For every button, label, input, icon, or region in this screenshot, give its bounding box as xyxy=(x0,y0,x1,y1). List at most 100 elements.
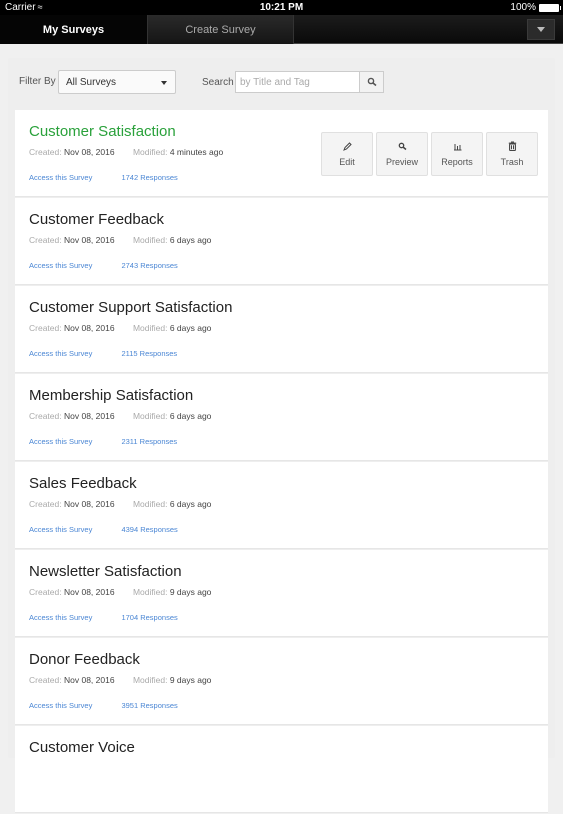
nav-bar: My Surveys Create Survey xyxy=(0,15,563,44)
survey-links: Access this Survey 4394 Responses xyxy=(29,525,178,534)
action-label: Edit xyxy=(339,156,355,167)
created-date: Nov 08, 2016 xyxy=(63,587,115,597)
created-date: Nov 08, 2016 xyxy=(63,411,115,421)
access-survey-link[interactable]: Access this Survey xyxy=(29,613,92,622)
status-bar: Carrier ≈ 10:21 PM 100% xyxy=(0,0,563,15)
access-survey-link[interactable]: Access this Survey xyxy=(29,701,92,710)
trash-button[interactable]: Trash xyxy=(486,132,538,176)
created-date: Nov 08, 2016 xyxy=(63,235,115,245)
trash-icon xyxy=(508,141,517,151)
action-label: Preview xyxy=(385,156,418,167)
menu-button[interactable] xyxy=(527,19,555,40)
search-button[interactable] xyxy=(359,71,384,93)
survey-title[interactable]: Newsletter Satisfaction xyxy=(29,563,182,580)
responses-link[interactable]: 4394 Responses xyxy=(121,525,177,534)
filter-label: Filter By xyxy=(19,76,56,87)
modified-value: 9 days ago xyxy=(169,587,212,597)
survey-title[interactable]: Customer Satisfaction xyxy=(29,123,176,140)
battery-icon xyxy=(539,3,561,12)
access-survey-link[interactable]: Access this Survey xyxy=(29,349,92,358)
modified-label: Modified: xyxy=(132,235,168,245)
survey-title[interactable]: Customer Feedback xyxy=(29,211,164,228)
reports-button[interactable]: Reports xyxy=(431,132,483,176)
filter-select[interactable]: All Surveys xyxy=(58,70,176,94)
access-survey-link[interactable]: Access this Survey xyxy=(29,261,92,270)
responses-link[interactable]: 2743 Responses xyxy=(121,261,177,270)
modified-value: 9 days ago xyxy=(169,675,212,685)
modified-value: 6 days ago xyxy=(169,323,212,333)
created-label: Created: xyxy=(29,147,62,157)
survey-links xyxy=(29,789,56,798)
survey-card[interactable]: Customer Satisfaction Created: Nov 08, 2… xyxy=(15,110,548,197)
created-label: Created: xyxy=(29,675,62,685)
survey-card[interactable]: Membership Satisfaction Created: Nov 08,… xyxy=(15,374,548,461)
survey-card[interactable]: Donor Feedback Created: Nov 08, 2016 Mod… xyxy=(15,638,548,725)
battery-indicator: 100% xyxy=(510,2,561,13)
survey-meta: Created: Nov 08, 2016 Modified: 9 days a… xyxy=(29,587,211,597)
modified-label: Modified: xyxy=(132,675,168,685)
created-date: Nov 08, 2016 xyxy=(63,323,115,333)
action-label: Reports xyxy=(441,156,473,167)
survey-card[interactable]: Customer Voice xyxy=(15,726,548,813)
survey-meta: Created: Nov 08, 2016 Modified: 6 days a… xyxy=(29,499,211,509)
bar-chart-icon xyxy=(453,142,462,151)
survey-links: Access this Survey 2311 Responses xyxy=(29,437,177,446)
survey-links: Access this Survey 2743 Responses xyxy=(29,261,178,270)
created-label: Created: xyxy=(29,235,62,245)
survey-meta: Created: Nov 08, 2016 Modified: 6 days a… xyxy=(29,323,211,333)
modified-value: 4 minutes ago xyxy=(169,147,224,157)
created-label: Created: xyxy=(29,587,62,597)
survey-card[interactable]: Customer Support Satisfaction Created: N… xyxy=(15,286,548,373)
survey-meta xyxy=(29,763,45,773)
survey-title[interactable]: Customer Voice xyxy=(29,739,135,756)
surveys-panel: Filter By All Surveys Search Customer Sa… xyxy=(8,58,555,813)
modified-label: Modified: xyxy=(132,499,168,509)
filter-selected-value: All Surveys xyxy=(66,76,117,88)
survey-links: Access this Survey 3951 Responses xyxy=(29,701,178,710)
survey-title[interactable]: Membership Satisfaction xyxy=(29,387,193,404)
survey-card[interactable]: Newsletter Satisfaction Created: Nov 08,… xyxy=(15,550,548,637)
responses-link[interactable]: 1704 Responses xyxy=(121,613,177,622)
responses-link[interactable]: 2115 Responses xyxy=(121,349,177,358)
responses-link[interactable]: 1742 Responses xyxy=(121,173,177,182)
survey-card[interactable]: Sales Feedback Created: Nov 08, 2016 Mod… xyxy=(15,462,548,549)
edit-button[interactable]: Edit xyxy=(321,132,373,176)
tab-my-surveys[interactable]: My Surveys xyxy=(0,15,147,44)
modified-label: Modified: xyxy=(132,411,168,421)
access-survey-link[interactable]: Access this Survey xyxy=(29,173,92,182)
survey-links: Access this Survey 2115 Responses xyxy=(29,349,177,358)
created-date: Nov 08, 2016 xyxy=(63,147,115,157)
survey-meta: Created: Nov 08, 2016 Modified: 6 days a… xyxy=(29,411,211,421)
modified-label: Modified: xyxy=(132,147,168,157)
modified-value: 6 days ago xyxy=(169,499,212,509)
filter-bar: Filter By All Surveys Search xyxy=(8,70,555,94)
magnifier-icon xyxy=(398,142,407,151)
survey-card[interactable]: Customer Feedback Created: Nov 08, 2016 … xyxy=(15,198,548,285)
survey-links: Access this Survey 1742 Responses xyxy=(29,173,178,182)
modified-label: Modified: xyxy=(132,323,168,333)
modified-value: 6 days ago xyxy=(169,235,212,245)
survey-title[interactable]: Donor Feedback xyxy=(29,651,140,668)
search-input[interactable] xyxy=(235,71,359,93)
created-date: Nov 08, 2016 xyxy=(63,675,115,685)
access-survey-link[interactable]: Access this Survey xyxy=(29,437,92,446)
survey-links: Access this Survey 1704 Responses xyxy=(29,613,178,622)
created-label: Created: xyxy=(29,323,62,333)
survey-meta: Created: Nov 08, 2016 Modified: 4 minute… xyxy=(29,147,223,157)
created-label: Created: xyxy=(29,499,62,509)
responses-link[interactable]: 3951 Responses xyxy=(121,701,177,710)
survey-meta: Created: Nov 08, 2016 Modified: 6 days a… xyxy=(29,235,211,245)
survey-title[interactable]: Customer Support Satisfaction xyxy=(29,299,232,316)
chevron-down-icon xyxy=(161,81,167,85)
clock: 10:21 PM xyxy=(259,2,304,13)
search-label: Search xyxy=(202,77,234,88)
survey-title[interactable]: Sales Feedback xyxy=(29,475,137,492)
created-date: Nov 08, 2016 xyxy=(63,499,115,509)
access-survey-link[interactable]: Access this Survey xyxy=(29,525,92,534)
pencil-icon xyxy=(342,141,352,151)
tab-create-survey[interactable]: Create Survey xyxy=(147,15,294,44)
preview-button[interactable]: Preview xyxy=(376,132,428,176)
responses-link[interactable]: 2311 Responses xyxy=(121,437,177,446)
survey-actions: Edit Preview Reports Trash xyxy=(321,132,538,176)
survey-list: Customer Satisfaction Created: Nov 08, 2… xyxy=(15,110,548,814)
